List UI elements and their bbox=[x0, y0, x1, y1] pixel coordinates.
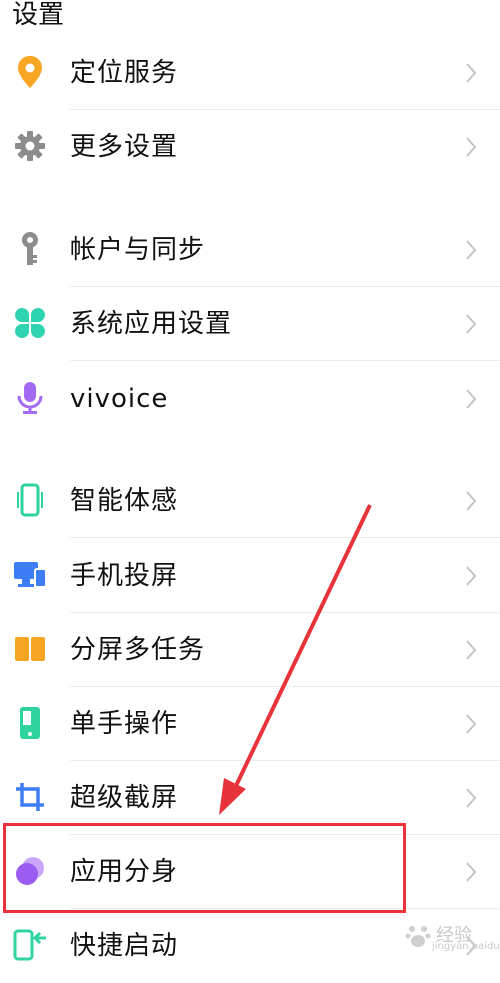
microphone-icon bbox=[12, 380, 48, 416]
chevron-right-icon bbox=[466, 566, 477, 586]
watermark: 经验 jingyan.baidu.com bbox=[402, 919, 500, 955]
highlight-box bbox=[3, 823, 406, 913]
divider bbox=[70, 537, 500, 538]
setting-label: 帐户与同步 bbox=[70, 235, 206, 265]
setting-row-more-settings[interactable]: 更多设置 bbox=[0, 110, 500, 184]
setting-row-one-hand[interactable]: 单手操作 bbox=[0, 687, 500, 761]
setting-row-accounts-sync[interactable]: 帐户与同步 bbox=[0, 213, 500, 287]
watermark-url: jingyan.baidu.com bbox=[432, 941, 500, 952]
setting-label: 分屏多任务 bbox=[70, 635, 206, 665]
screen-cast-icon bbox=[12, 557, 48, 593]
split-screen-icon bbox=[12, 631, 48, 667]
key-icon bbox=[12, 231, 48, 267]
setting-row-screen-cast[interactable]: 手机投屏 bbox=[0, 539, 500, 613]
setting-row-location[interactable]: 定位服务 bbox=[0, 36, 500, 110]
setting-label: 智能体感 bbox=[70, 486, 179, 516]
setting-row-smart-motion[interactable]: 智能体感 bbox=[0, 464, 500, 538]
setting-row-vivoice[interactable]: vivoice bbox=[0, 362, 500, 436]
quick-launch-icon bbox=[12, 927, 48, 963]
chevron-right-icon bbox=[466, 714, 477, 734]
chevron-right-icon bbox=[466, 389, 477, 409]
chevron-right-icon bbox=[466, 63, 477, 83]
one-hand-icon bbox=[12, 705, 48, 741]
setting-row-system-apps[interactable]: 系统应用设置 bbox=[0, 287, 500, 361]
setting-row-split-screen[interactable]: 分屏多任务 bbox=[0, 613, 500, 687]
chevron-right-icon bbox=[466, 491, 477, 511]
setting-label: vivoice bbox=[70, 384, 169, 414]
setting-label: 手机投屏 bbox=[70, 561, 179, 591]
gear-icon bbox=[12, 128, 48, 164]
setting-label: 快捷启动 bbox=[70, 931, 179, 961]
setting-label: 系统应用设置 bbox=[70, 309, 233, 339]
crop-icon bbox=[12, 779, 48, 815]
phone-motion-icon bbox=[12, 482, 48, 518]
chevron-right-icon bbox=[466, 788, 477, 808]
four-petal-icon bbox=[12, 305, 48, 341]
setting-label: 单手操作 bbox=[70, 709, 179, 739]
setting-label: 更多设置 bbox=[70, 132, 179, 162]
chevron-right-icon bbox=[466, 862, 477, 882]
divider bbox=[70, 360, 500, 361]
chevron-right-icon bbox=[466, 137, 477, 157]
chevron-right-icon bbox=[466, 314, 477, 334]
page-title: 设置 bbox=[12, 0, 65, 30]
chevron-right-icon bbox=[466, 640, 477, 660]
location-pin-icon bbox=[12, 54, 48, 90]
chevron-right-icon bbox=[466, 240, 477, 260]
setting-label: 定位服务 bbox=[70, 58, 179, 88]
